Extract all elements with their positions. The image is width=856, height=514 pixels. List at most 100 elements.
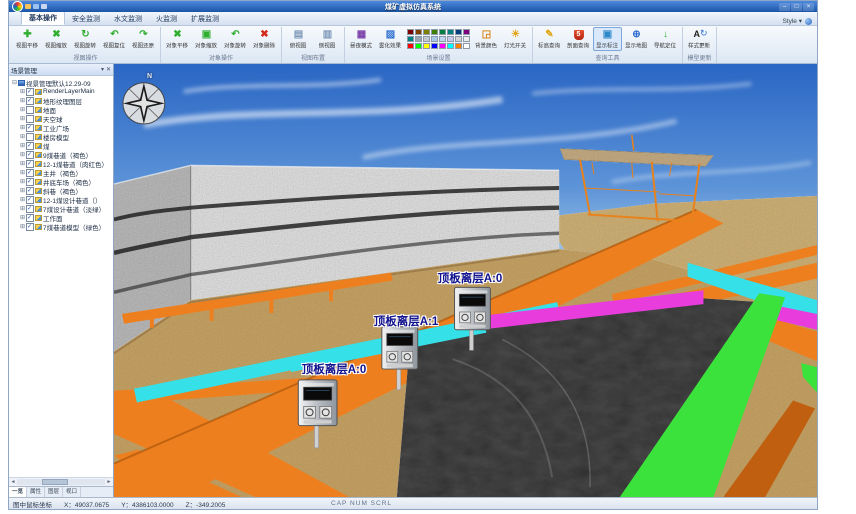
panel-tab-properties[interactable]: 属性 xyxy=(27,487,45,497)
color-swatch[interactable] xyxy=(447,36,454,42)
expand-icon[interactable]: ⊞ xyxy=(19,160,26,167)
scroll-thumb[interactable] xyxy=(42,479,68,485)
checkbox[interactable] xyxy=(26,187,34,195)
checkbox[interactable] xyxy=(26,160,34,168)
tab-basic-ops[interactable]: 基本操作 xyxy=(21,11,65,25)
expand-icon[interactable]: ⊞ xyxy=(19,214,26,221)
color-swatch[interactable] xyxy=(447,29,454,35)
color-swatch[interactable] xyxy=(407,29,414,35)
checkbox[interactable] xyxy=(26,169,34,177)
daynight-button[interactable]: ▦昼夜模式 xyxy=(347,27,376,51)
view-zoom-button[interactable]: ✖视图缩放 xyxy=(42,27,71,51)
expand-icon[interactable]: ⊞ xyxy=(19,97,26,104)
tab-hydro-monitor[interactable]: 水文监测 xyxy=(107,13,149,25)
show-map-button[interactable]: ⊕显示地图 xyxy=(622,27,651,51)
checkbox[interactable] xyxy=(26,223,34,231)
color-swatch[interactable] xyxy=(415,43,422,49)
checkbox[interactable] xyxy=(26,133,34,141)
tree-item-root[interactable]: ⊟视景管理默认12.29-09 xyxy=(11,78,113,87)
style-update-button[interactable]: A↻ 样式更新 xyxy=(685,27,714,51)
color-swatch[interactable] xyxy=(439,36,446,42)
color-swatch[interactable] xyxy=(431,29,438,35)
checkbox[interactable] xyxy=(26,115,34,123)
tab-extended-monitor[interactable]: 扩展监测 xyxy=(184,13,226,25)
color-swatch[interactable] xyxy=(423,36,430,42)
color-swatch[interactable] xyxy=(415,29,422,35)
color-swatch[interactable] xyxy=(423,29,430,35)
object-scale-button[interactable]: ▣对象缩放 xyxy=(192,27,221,51)
checkbox[interactable] xyxy=(26,214,34,222)
side-view-button[interactable]: ▥侧视图 xyxy=(313,27,342,51)
show-labels-button[interactable]: ▣显示标注 xyxy=(593,27,622,51)
checkbox[interactable] xyxy=(26,196,34,204)
bgcolor-button[interactable]: ◲背景颜色 xyxy=(472,27,501,51)
sensor-label-1[interactable]: 顶板离层A:0 xyxy=(438,270,503,286)
color-swatch[interactable] xyxy=(447,43,454,49)
checkbox[interactable] xyxy=(26,106,34,114)
sensor-label-3[interactable]: 顶板离层A:0 xyxy=(302,361,367,377)
panel-tab-viewport[interactable]: 视口 xyxy=(63,487,81,497)
expand-icon[interactable]: ⊞ xyxy=(19,196,26,203)
color-swatch[interactable] xyxy=(463,43,470,49)
view-reset-button[interactable]: ↶视图复位 xyxy=(100,27,129,51)
checkbox[interactable] xyxy=(26,97,34,105)
fog-button[interactable]: ▨雾化效果 xyxy=(376,27,405,51)
color-swatch[interactable] xyxy=(455,29,462,35)
light-button[interactable]: ☀灯光开关 xyxy=(501,27,530,51)
expand-icon[interactable]: ⊞ xyxy=(19,124,26,131)
collapse-icon[interactable]: ⊟ xyxy=(11,79,18,86)
checkbox[interactable] xyxy=(26,124,34,132)
navigate-button[interactable]: ↓导航定位 xyxy=(651,27,680,51)
tab-safety-monitor[interactable]: 安全监测 xyxy=(65,13,107,25)
object-pan-button[interactable]: ✖对象平移 xyxy=(163,27,192,51)
view-rotate-button[interactable]: ↻视图旋转 xyxy=(71,27,100,51)
expand-icon[interactable]: ⊞ xyxy=(19,88,26,95)
tab-fire-monitor[interactable]: 火监测 xyxy=(149,13,184,25)
expand-icon[interactable]: ⊞ xyxy=(19,151,26,158)
color-swatch[interactable] xyxy=(455,43,462,49)
object-delete-button[interactable]: ✖对象删除 xyxy=(250,27,279,51)
panel-tab-overview[interactable]: 一览 xyxy=(9,487,27,497)
color-swatch[interactable] xyxy=(431,36,438,42)
expand-icon[interactable]: ⊞ xyxy=(19,178,26,185)
color-swatch[interactable] xyxy=(439,29,446,35)
section-query-button[interactable]: 5剖面查询 xyxy=(564,27,593,51)
checkbox[interactable] xyxy=(26,142,34,150)
checkbox[interactable] xyxy=(26,178,34,186)
tree-horizontal-scrollbar[interactable]: ◄ ► xyxy=(9,477,113,486)
sensor-label-2[interactable]: 顶板离层A:1 xyxy=(374,313,439,329)
color-swatch[interactable] xyxy=(463,36,470,42)
elevation-query-button[interactable]: ✎标高查询 xyxy=(535,27,564,51)
top-view-button[interactable]: ▤俯视图 xyxy=(284,27,313,51)
checkbox[interactable] xyxy=(26,151,34,159)
viewport-3d[interactable]: N 顶板离层A:0 顶板离层A:1 顶板离层A:0 xyxy=(114,64,817,497)
color-swatch[interactable] xyxy=(455,36,462,42)
tree-item[interactable]: ⊞楼房模型 xyxy=(11,132,113,141)
expand-icon[interactable]: ⊞ xyxy=(19,169,26,176)
scroll-right-icon[interactable]: ► xyxy=(105,479,113,485)
expand-icon[interactable]: ⊞ xyxy=(19,142,26,149)
expand-icon[interactable]: ⊞ xyxy=(19,205,26,212)
object-rotate-button[interactable]: ↶对象旋转 xyxy=(221,27,250,51)
help-icon[interactable] xyxy=(805,18,812,25)
view-restore-button[interactable]: ↷视图还原 xyxy=(129,27,158,51)
checkbox[interactable] xyxy=(26,88,34,96)
expand-icon[interactable]: ⊞ xyxy=(19,115,26,122)
panel-tab-layers[interactable]: 图层 xyxy=(45,487,63,497)
tree-item[interactable]: ⊞7煤巷道模型（绿色） xyxy=(11,222,113,231)
scroll-track[interactable] xyxy=(17,479,105,485)
color-swatch[interactable] xyxy=(407,36,414,42)
expand-icon[interactable]: ⊞ xyxy=(19,223,26,230)
color-swatch[interactable] xyxy=(423,43,430,49)
expand-icon[interactable]: ⊞ xyxy=(19,106,26,113)
panel-close-icon[interactable]: ✕ xyxy=(106,66,111,73)
color-swatch[interactable] xyxy=(463,29,470,35)
color-swatch[interactable] xyxy=(407,43,414,49)
view-pan-button[interactable]: ✚视图平移 xyxy=(13,27,42,51)
expand-icon[interactable]: ⊞ xyxy=(19,187,26,194)
color-swatch[interactable] xyxy=(415,36,422,42)
style-dropdown[interactable]: Style ▾ xyxy=(782,17,802,25)
color-swatch[interactable] xyxy=(431,43,438,49)
tree-item[interactable]: ⊞地形纹理图层 xyxy=(11,96,113,105)
panel-pin-icon[interactable]: ▾ xyxy=(101,66,104,73)
